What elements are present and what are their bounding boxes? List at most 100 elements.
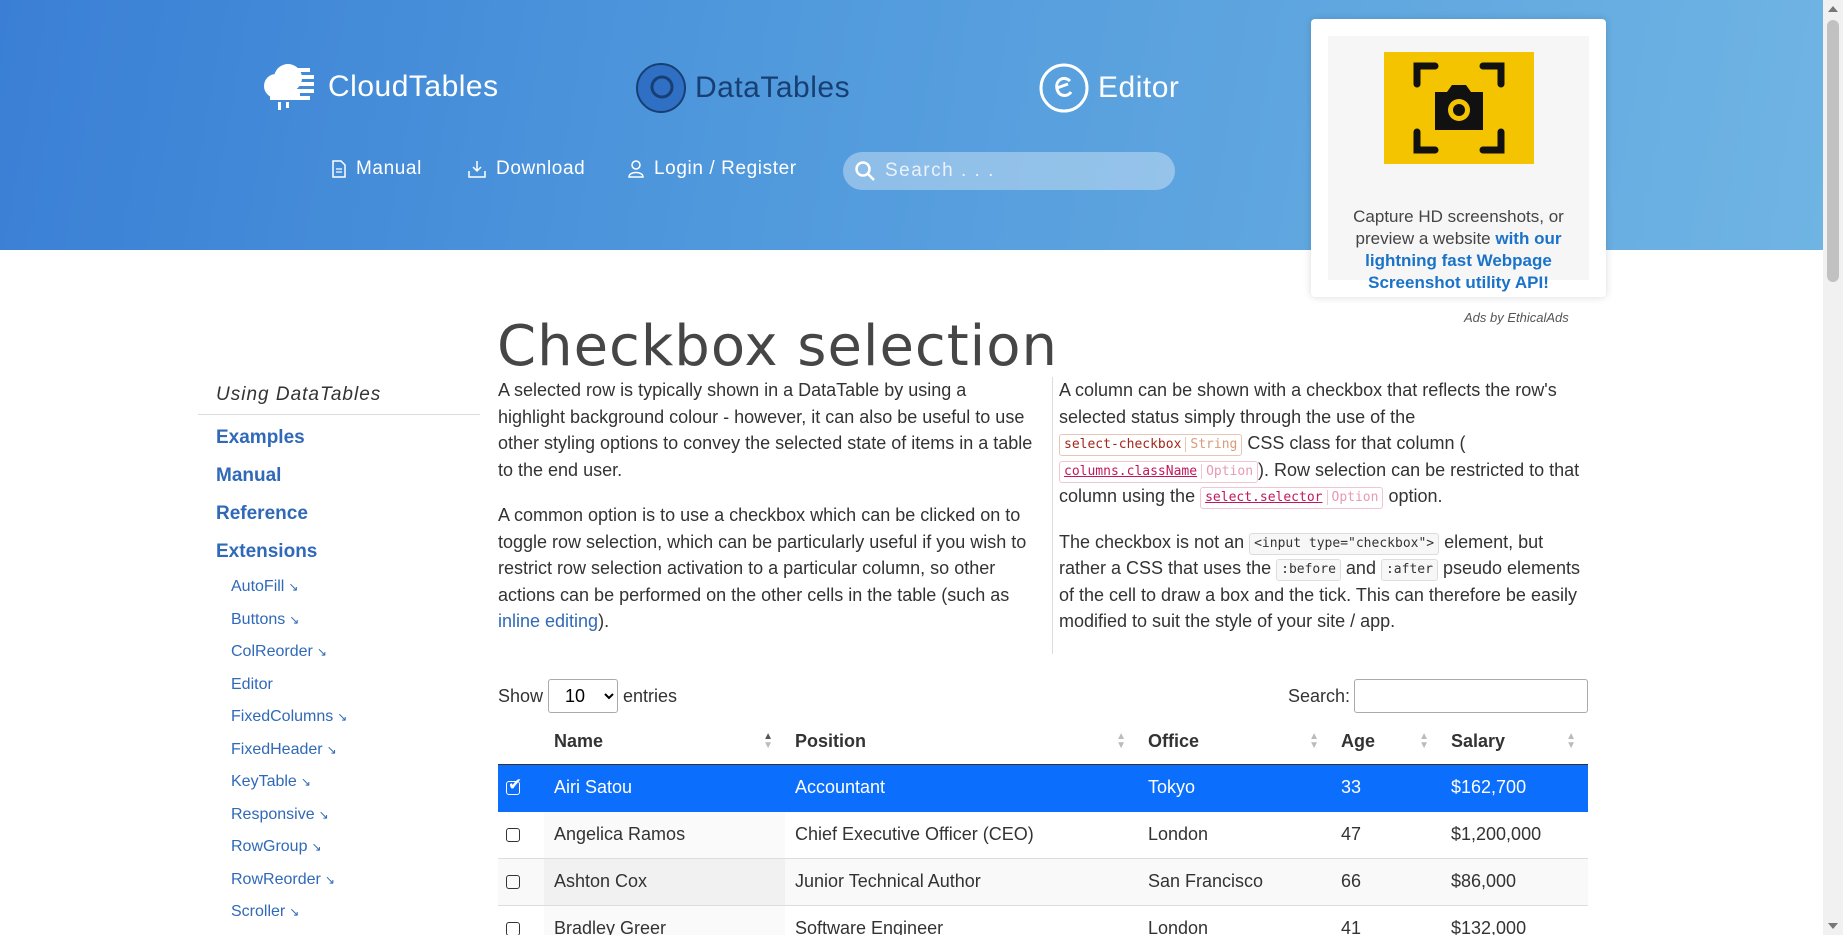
sidebar-sublink-label: Editor — [231, 675, 273, 693]
header-office[interactable]: Office ▲ ▼ — [1138, 720, 1331, 765]
sidebar-sublink-scroller[interactable]: Scroller ↘ — [198, 896, 480, 929]
sidebar-sublink-rowgroup[interactable]: RowGroup ↘ — [198, 831, 480, 864]
sidebar-sublink-fixedheader[interactable]: FixedHeader ↘ — [198, 734, 480, 767]
intro-paragraph: A column can be shown with a checkbox th… — [1059, 377, 1592, 510]
row-checkbox[interactable] — [506, 921, 520, 935]
text: CSS class for that column ( — [1242, 433, 1466, 453]
cloudtables-name: CloudTables — [328, 70, 499, 103]
sort-arrows-icon: ▲ ▼ — [1419, 731, 1429, 751]
entries-label: entries — [623, 685, 678, 706]
sidebar-link-manual[interactable]: Manual — [198, 457, 480, 495]
tag-type: Option — [1201, 463, 1254, 479]
row-checkbox-cell[interactable] — [498, 905, 544, 935]
table-search-input[interactable] — [1354, 679, 1588, 713]
cell-position: Junior Technical Author — [785, 858, 1138, 906]
sidebar-sublink-buttons[interactable]: Buttons ↘ — [198, 604, 480, 637]
cell-office: Tokyo — [1138, 764, 1331, 812]
row-checkbox[interactable] — [506, 775, 522, 795]
scroll-up-icon[interactable] — [1828, 6, 1838, 12]
cloudtables-logo-icon — [264, 64, 314, 110]
cell-name: Angelica Ramos — [544, 811, 785, 859]
cell-office: London — [1138, 811, 1331, 859]
external-arrow-icon: ↘ — [337, 710, 348, 724]
sidebar-link-extensions[interactable]: Extensions — [198, 533, 480, 571]
sidebar-sublink-keytable[interactable]: KeyTable ↘ — [198, 766, 480, 799]
external-arrow-icon: ↘ — [318, 807, 329, 822]
search-icon — [855, 161, 875, 181]
table-search-label: Search: — [1287, 685, 1350, 706]
header-label: Position — [795, 731, 866, 752]
cell-office: London — [1138, 905, 1331, 935]
select-checkbox-tag[interactable]: select-checkbox String — [1059, 434, 1243, 456]
table-row[interactable]: Airi Satou Accountant Tokyo 33 $162,700 — [498, 764, 1588, 812]
columns-classname-tag[interactable]: columns.className Option — [1059, 460, 1259, 483]
header-salary[interactable]: Salary ▲ ▼ — [1441, 720, 1588, 765]
row-checkbox-cell[interactable] — [498, 858, 544, 906]
text: option. — [1383, 486, 1443, 506]
header-name[interactable]: Name ▲ ▼ — [544, 720, 785, 765]
sidebar-sublink-fixedcolumns[interactable]: FixedColumns ↘ — [198, 701, 480, 734]
editor-brand[interactable]: Editor — [1038, 62, 1179, 114]
datatables-name: DataTables — [695, 71, 851, 104]
entries-length-control: Show 10 25 50 100 entries — [498, 678, 677, 714]
site-search[interactable] — [843, 152, 1175, 190]
cell-salary: $162,700 — [1441, 764, 1588, 812]
page-title: Checkbox selection — [497, 314, 1058, 379]
ad-inner: Capture HD screenshots, or preview a web… — [1328, 36, 1589, 292]
sidebar: Using DataTables Examples Manual Referen… — [198, 380, 480, 929]
cell-salary: $1,200,000 — [1441, 811, 1588, 859]
nav-download-label: Download — [496, 158, 586, 179]
ad-image[interactable] — [1384, 52, 1534, 164]
site-search-input[interactable] — [885, 160, 1155, 182]
external-arrow-icon: ↘ — [289, 612, 300, 627]
editor-logo-icon — [1039, 63, 1089, 113]
nav-manual[interactable]: Manual — [332, 158, 422, 180]
sidebar-sublink-editor[interactable]: Editor — [198, 669, 480, 702]
code-snippet: :before — [1276, 559, 1341, 581]
table-search-control: Search: — [1288, 678, 1588, 714]
ads-by-label[interactable]: Ads by EthicalAds — [1464, 310, 1569, 325]
table-row[interactable]: Angelica Ramos Chief Executive Officer (… — [498, 811, 1588, 859]
scroll-down-icon[interactable] — [1828, 923, 1838, 929]
external-arrow-icon: ↘ — [311, 840, 322, 854]
sidebar-section-title: Using DataTables — [198, 380, 480, 415]
sidebar-sublink-colreorder[interactable]: ColReorder ↘ — [198, 636, 480, 669]
ad-card[interactable]: Capture HD screenshots, or preview a web… — [1311, 19, 1606, 297]
ad-text: Capture HD screenshots, or preview a web… — [1338, 206, 1579, 294]
inline-editing-link[interactable]: inline editing — [498, 611, 598, 631]
entries-length-select[interactable]: 10 25 50 100 — [548, 679, 619, 713]
row-checkbox[interactable] — [506, 827, 520, 842]
intro-column-right: A column can be shown with a checkbox th… — [1052, 377, 1592, 654]
sidebar-sublink-responsive[interactable]: Responsive ↘ — [198, 799, 480, 832]
header-age[interactable]: Age ▲ ▼ — [1331, 720, 1441, 765]
sidebar-link-examples[interactable]: Examples — [198, 419, 480, 457]
nav-download[interactable]: Download — [468, 158, 585, 180]
code-snippet: :after — [1380, 559, 1438, 581]
text: The checkbox is not an — [1059, 531, 1250, 552]
user-icon — [628, 160, 644, 178]
data-table: Name ▲ ▼ Position ▲ ▼ Office ▲ ▼ Age ▲ ▼ Salary ▲… — [498, 720, 1588, 935]
page-scrollbar[interactable] — [1823, 0, 1843, 935]
table-controls: Show 10 25 50 100 entries Search: — [498, 678, 1588, 714]
row-checkbox-cell[interactable] — [498, 811, 544, 859]
sidebar-sublink-rowreorder[interactable]: RowReorder ↘ — [198, 864, 480, 897]
cell-salary: $86,000 — [1441, 858, 1588, 906]
table-row[interactable]: Bradley Greer Software Engineer London 4… — [498, 905, 1588, 935]
header-position[interactable]: Position ▲ ▼ — [785, 720, 1138, 765]
row-checkbox-cell[interactable] — [498, 764, 544, 812]
select-selector-tag[interactable]: select.selector Option — [1200, 487, 1384, 509]
row-checkbox[interactable] — [506, 874, 520, 889]
editor-name: Editor — [1098, 71, 1180, 104]
scrollbar-thumb[interactable] — [1827, 20, 1839, 282]
sidebar-link-reference[interactable]: Reference — [198, 495, 480, 533]
camera-icon — [1413, 62, 1505, 154]
table-row[interactable]: Ashton Cox Junior Technical Author San F… — [498, 858, 1588, 906]
nav-login[interactable]: Login / Register — [628, 158, 797, 180]
datatables-brand[interactable]: DataTables — [635, 62, 850, 114]
cell-age: 33 — [1331, 764, 1441, 812]
sidebar-sublink-autofill[interactable]: AutoFill ↘ — [198, 571, 480, 604]
header-checkbox — [498, 720, 544, 765]
sidebar-sublink-label: RowGroup — [231, 838, 308, 855]
cloudtables-brand[interactable]: CloudTables — [262, 62, 499, 112]
cell-age: 41 — [1331, 905, 1441, 935]
